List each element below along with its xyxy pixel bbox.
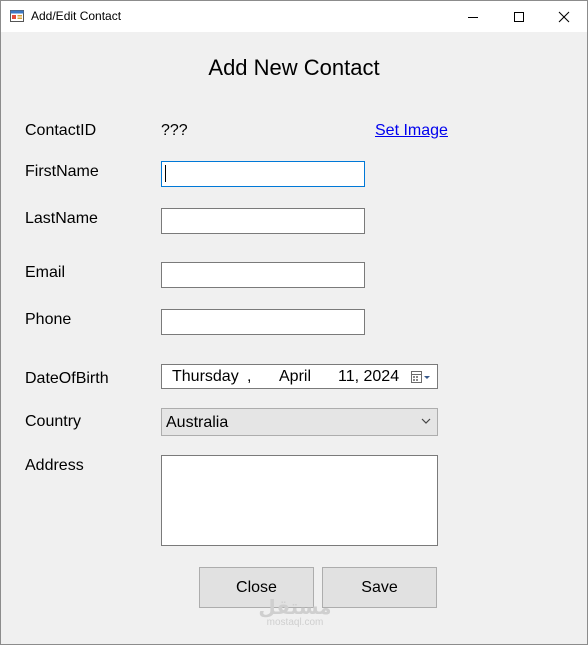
calendar-dropdown-icon[interactable] bbox=[410, 370, 432, 384]
maximize-button[interactable] bbox=[496, 1, 542, 32]
address-textarea[interactable] bbox=[161, 455, 438, 546]
chevron-down-icon bbox=[421, 418, 431, 424]
last-name-field[interactable] bbox=[161, 208, 365, 234]
phone-field[interactable] bbox=[161, 309, 365, 335]
form-heading: Add New Contact bbox=[208, 55, 380, 80]
first-name-field[interactable] bbox=[161, 161, 365, 187]
address-label: Address bbox=[25, 457, 84, 474]
date-of-birth-picker[interactable]: Thursday , April 11, 2024 bbox=[161, 364, 438, 389]
app-form-icon bbox=[10, 10, 24, 22]
set-image-link[interactable]: Set Image bbox=[375, 122, 448, 140]
minimize-button[interactable] bbox=[450, 1, 496, 32]
window-title: Add/Edit Contact bbox=[31, 9, 122, 23]
dob-weekday: Thursday bbox=[172, 368, 239, 385]
add-edit-contact-window: Add/Edit Contact Add New Contact Contact… bbox=[0, 0, 588, 645]
maximize-icon bbox=[514, 11, 524, 22]
date-of-birth-label: DateOfBirth bbox=[25, 370, 109, 387]
last-name-label: LastName bbox=[25, 210, 98, 227]
dob-comma: , bbox=[247, 368, 252, 385]
watermark-text: mostaql.com bbox=[266, 617, 324, 628]
close-window-button[interactable] bbox=[541, 1, 587, 32]
close-icon bbox=[558, 11, 570, 22]
dob-month: April bbox=[279, 368, 312, 385]
close-button[interactable]: Close bbox=[199, 567, 314, 608]
country-selected-value: Australia bbox=[166, 414, 229, 431]
country-label: Country bbox=[25, 413, 82, 430]
dob-day-year: 11, 2024 bbox=[338, 368, 400, 385]
contact-id-value: ??? bbox=[161, 122, 188, 139]
save-button[interactable]: Save bbox=[322, 567, 437, 608]
minimize-icon bbox=[468, 16, 478, 18]
first-name-label: FirstName bbox=[25, 163, 99, 180]
country-select[interactable]: Australia bbox=[161, 408, 438, 436]
email-label: Email bbox=[25, 264, 66, 281]
text-caret bbox=[165, 165, 166, 182]
email-field[interactable] bbox=[161, 262, 365, 288]
phone-label: Phone bbox=[25, 311, 72, 328]
contact-id-label: ContactID bbox=[25, 122, 97, 139]
title-bar[interactable]: Add/Edit Contact bbox=[1, 1, 587, 32]
